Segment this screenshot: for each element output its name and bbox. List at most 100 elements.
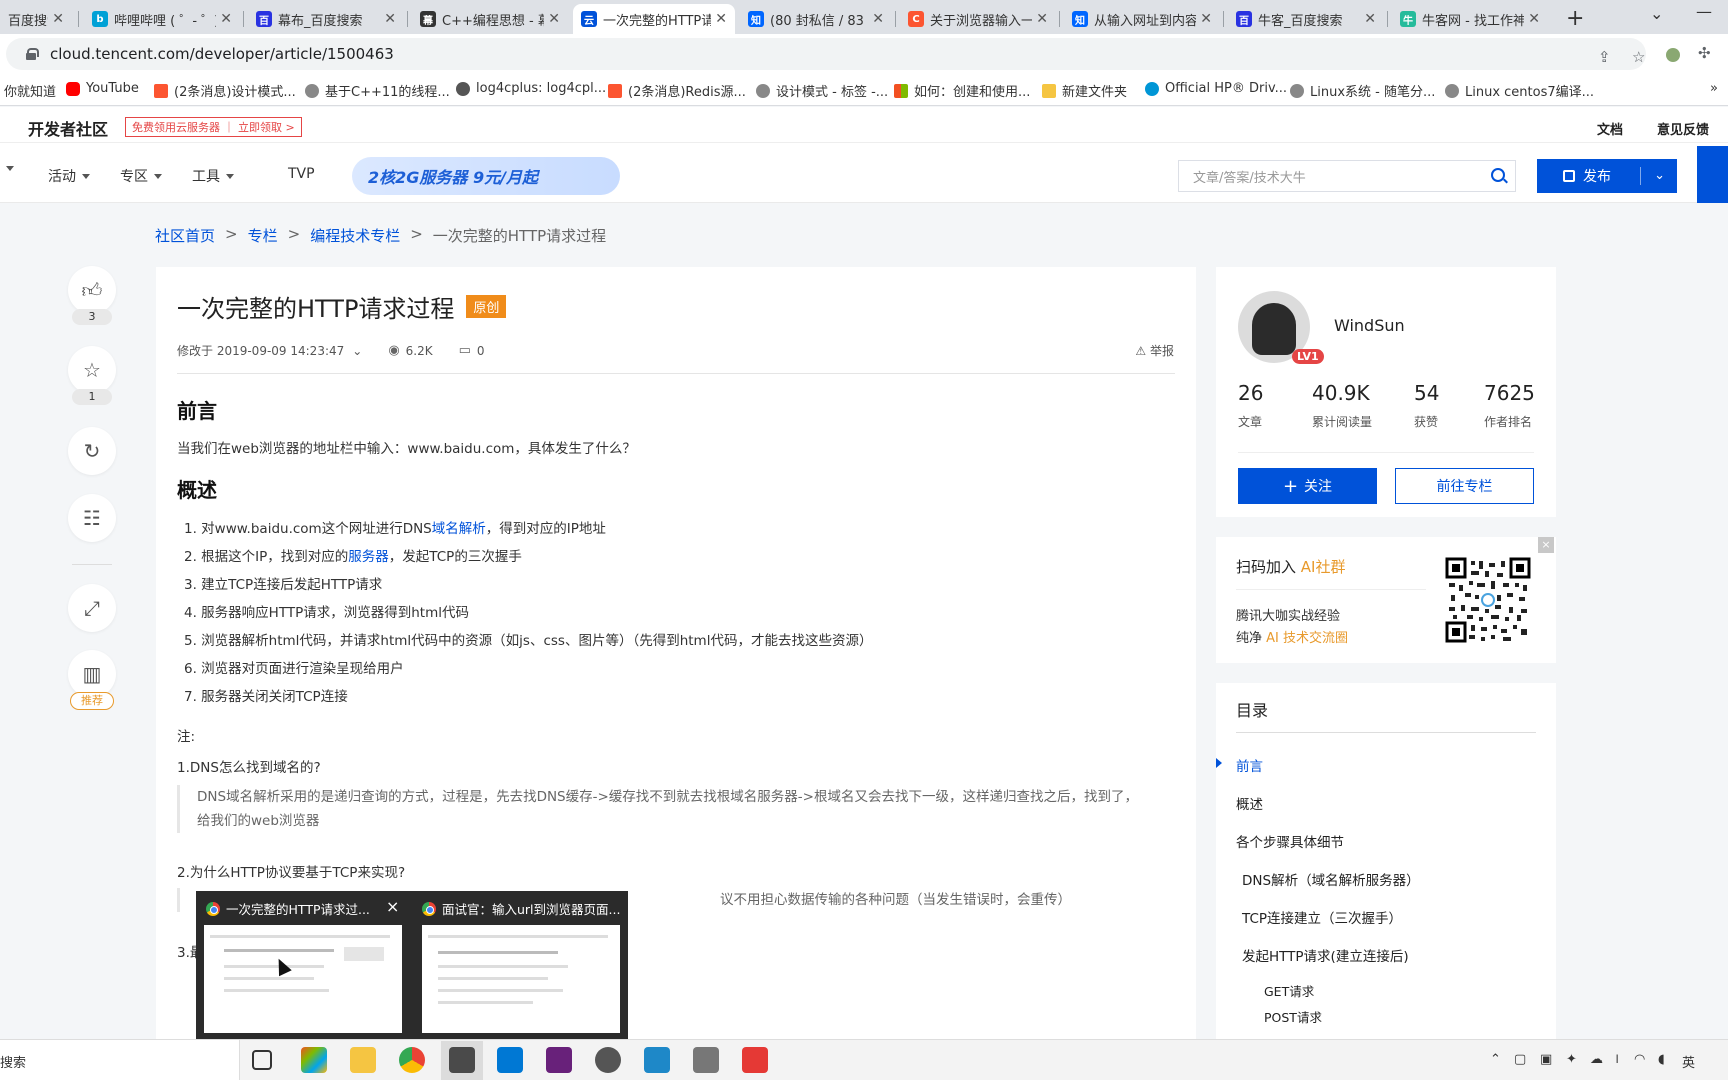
bookmark-item[interactable]: Official HP® Driv... (1145, 81, 1287, 96)
bookmark-item[interactable]: (2条消息)Redis源... (608, 81, 746, 100)
volume-icon[interactable]: ◖ (1658, 1052, 1665, 1067)
close-icon[interactable]: ✕ (1364, 11, 1376, 27)
close-icon[interactable]: ✕ (872, 11, 884, 27)
breadcrumb-programming[interactable]: 编程技术专栏 (310, 225, 400, 246)
store-icon[interactable] (301, 1047, 327, 1073)
visual-studio-icon[interactable] (546, 1047, 572, 1073)
nav-item-tools[interactable]: 工具 (192, 166, 234, 186)
chevron-down-icon[interactable]: ⌄ (1654, 168, 1665, 183)
close-icon[interactable]: ✕ (220, 11, 232, 27)
recorder-icon[interactable] (742, 1047, 768, 1073)
browser-tab[interactable]: 知 从输入网址到内容 ✕ (1064, 4, 1220, 34)
tab-search-chevron-icon[interactable]: ⌄ (1650, 4, 1663, 23)
close-icon[interactable]: ✕ (548, 11, 560, 27)
favorite-button[interactable]: ☆ (68, 346, 116, 394)
nav-item-tvp[interactable]: TVP (288, 166, 315, 182)
toc-item[interactable]: GET请求 (1264, 981, 1314, 1000)
browser-tab[interactable]: 百 牛客_百度搜索 ✕ (1228, 4, 1384, 34)
close-icon[interactable]: ✕ (384, 11, 396, 27)
go-to-column-button[interactable]: 前往专栏 (1395, 468, 1534, 504)
preview-thumbnail[interactable] (422, 925, 620, 1033)
close-icon[interactable]: ✕ (1200, 11, 1212, 27)
close-icon[interactable]: ✕ (715, 11, 727, 27)
browser-tab[interactable]: 百 幕布_百度搜索 ✕ (248, 4, 404, 34)
bookmark-item[interactable]: 新建文件夹 (1042, 81, 1127, 100)
comment-count[interactable]: ▭ 0 (459, 343, 485, 358)
browser-tab-active[interactable]: 云 一次完整的HTTP请 ✕ (573, 4, 735, 34)
new-tab-icon[interactable]: + (1566, 6, 1584, 31)
breadcrumb-column[interactable]: 专栏 (248, 225, 278, 246)
chrome-icon[interactable] (399, 1047, 425, 1073)
docs-link[interactable]: 文档 (1597, 119, 1623, 138)
toc-item[interactable]: POST请求 (1264, 1007, 1322, 1026)
bookmark-item[interactable]: 如何：创建和使用... (894, 81, 1030, 100)
bookmark-item[interactable]: 你就知道 (4, 81, 56, 100)
tray-icon[interactable]: ▣ (1540, 1052, 1552, 1067)
preview-thumbnail[interactable] (204, 925, 402, 1033)
server-link[interactable]: 服务器 (348, 549, 389, 565)
profile-icon[interactable] (1666, 48, 1680, 62)
bookmark-item[interactable]: log4cplus: log4cpl... (456, 81, 606, 96)
address-bar[interactable]: cloud.tencent.com/developer/article/1500… (6, 38, 1646, 70)
microphone-icon[interactable]: ⏽ (1612, 1052, 1622, 1067)
browser-tab[interactable]: 幕 C++编程思想 - 幕布 ✕ (412, 4, 568, 34)
author-name[interactable]: WindSun (1334, 316, 1405, 335)
tray-icon[interactable]: ✦ (1566, 1052, 1577, 1067)
url-text[interactable]: cloud.tencent.com/developer/article/1500… (50, 45, 394, 63)
toc-item[interactable]: 概述 (1236, 793, 1263, 813)
like-button[interactable]: 👍︎ (68, 266, 116, 314)
close-icon[interactable]: × (386, 897, 399, 916)
task-view-icon[interactable] (252, 1050, 272, 1070)
search-input[interactable]: 文章/答案/技术大牛 (1178, 160, 1516, 192)
taskbar-search[interactable]: 搜索 (0, 1040, 240, 1080)
toc-item[interactable]: DNS解析（域名解析服务器） (1242, 869, 1420, 889)
bookmark-item[interactable]: (2条消息)设计模式... (154, 81, 296, 100)
toc-item[interactable]: TCP连接建立（三次握手） (1242, 907, 1402, 927)
browser-tab[interactable]: 牛 牛客网 - 找工作神 ✕ (1392, 4, 1548, 34)
more-bookmarks-icon[interactable]: » (1710, 81, 1718, 96)
feedback-link[interactable]: 意见反馈 (1657, 119, 1709, 138)
app-icon[interactable] (595, 1047, 621, 1073)
close-icon[interactable]: ✕ (52, 11, 64, 27)
report-button[interactable]: ⚠ 举报 (1135, 342, 1174, 359)
vm-icon[interactable] (644, 1047, 670, 1073)
preview-window-1[interactable]: 一次完整的HTTP请求过... (206, 899, 370, 918)
cloud-icon[interactable]: ☁ (1590, 1052, 1603, 1067)
bookmark-item[interactable]: YouTube (66, 81, 139, 96)
search-icon[interactable] (1491, 168, 1505, 182)
fullscreen-button[interactable]: ⤢ (68, 584, 116, 632)
browser-tab[interactable]: 知 (80 封私信 / 83 条 ✕ (740, 4, 892, 34)
tray-icon[interactable]: ▢ (1514, 1052, 1526, 1067)
close-icon[interactable]: ✕ (1528, 11, 1540, 27)
browser-tab[interactable]: 百度搜索 ✕ (0, 4, 72, 34)
close-icon[interactable]: × (1538, 537, 1554, 553)
breadcrumb-home[interactable]: 社区首页 (155, 225, 215, 246)
toc-item[interactable]: 发起HTTP请求(建立连接后) (1242, 945, 1409, 965)
browser-tab[interactable]: C 关于浏览器输入一 ✕ (900, 4, 1056, 34)
nav-item-zone[interactable]: 专区 (120, 166, 162, 186)
dns-resolution-link[interactable]: 域名解析 (432, 521, 486, 537)
chevron-up-icon[interactable]: ⌃ (1490, 1052, 1501, 1067)
calculator-icon[interactable] (693, 1047, 719, 1073)
bookmark-item[interactable]: 设计模式 - 标签 -... (756, 81, 888, 100)
note-button[interactable]: ☷ (68, 494, 116, 542)
browser-tab[interactable]: b 哔哩哔哩 ( ゜- ゜)つ ✕ (84, 4, 240, 34)
close-icon[interactable]: ✕ (1036, 11, 1048, 27)
recommend-button[interactable]: ▥ (68, 650, 116, 698)
modified-date[interactable]: 修改于 2019-09-09 14:23:47 ⌄ (177, 342, 362, 359)
bookmark-item[interactable]: Linux centos7编译... (1445, 81, 1594, 100)
site-title[interactable]: 开发者社区 (28, 116, 108, 140)
bookmark-item[interactable]: Linux系统 - 随笔分... (1290, 81, 1435, 100)
ime-indicator[interactable]: 英 (1682, 1052, 1695, 1071)
login-tab[interactable] (1697, 146, 1728, 203)
extensions-icon[interactable]: ✣ (1698, 44, 1711, 62)
share-button[interactable]: ↻ (68, 427, 116, 475)
star-icon[interactable]: ☆ (1632, 48, 1645, 66)
preview-window-2[interactable]: 面试官：输入url到浏览器页面... (422, 899, 620, 918)
promo-button[interactable]: 免费领用云服务器 ｜ 立即领取 > (125, 117, 302, 137)
toc-item[interactable]: 各个步骤具体细节 (1236, 831, 1344, 851)
bookmark-item[interactable]: 基于C++11的线程... (305, 81, 450, 100)
wifi-icon[interactable]: ◠ (1634, 1052, 1645, 1067)
publish-button[interactable]: 发布 ⌄ (1537, 159, 1677, 193)
share-icon[interactable]: ⇪ (1598, 48, 1611, 66)
